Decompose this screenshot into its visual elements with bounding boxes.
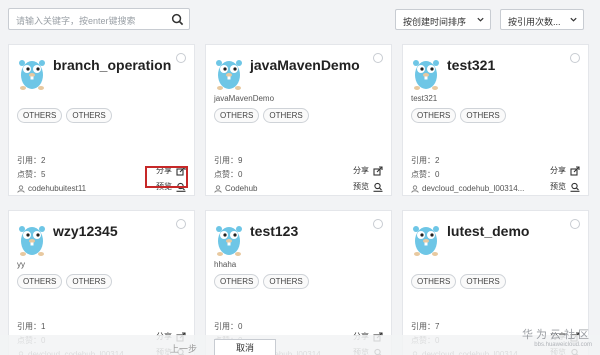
card-title: wzy12345 (53, 223, 118, 239)
preview-highlight-box (145, 166, 188, 188)
chevron-down-icon (570, 17, 577, 22)
watermark-title: 华为云社区 (522, 329, 592, 341)
card-reference-count: 引用：1 (17, 322, 46, 331)
card-reference-count: 引用：2 (17, 156, 46, 165)
card-description: test321 (411, 94, 438, 103)
card-tag: OTHERS (411, 108, 457, 123)
card-tags: OTHERS OTHERS (17, 274, 112, 289)
card-select-radio[interactable] (373, 53, 383, 63)
preview-button[interactable]: 预览 (353, 181, 383, 192)
preview-icon (373, 182, 383, 192)
card-like-count: 点赞：0 (214, 170, 243, 179)
card-owner-name: codehubuitest11 (28, 184, 87, 193)
card-tag: OTHERS (17, 108, 63, 123)
card-description: hhaha (214, 260, 237, 269)
search-icon[interactable] (171, 13, 184, 26)
cancel-button[interactable]: 取消 (214, 339, 276, 355)
gopher-logo-icon (413, 226, 439, 256)
watermark: 华为云社区 bbs.huaweicloud.com (522, 326, 592, 348)
card-select-radio[interactable] (570, 53, 580, 63)
search-input[interactable]: 请输入关键字，按enter键搜索 (8, 8, 190, 30)
card-select-radio[interactable] (176, 53, 186, 63)
watermark-url: bbs.huaweicloud.com (534, 342, 592, 348)
card-tag: OTHERS (214, 108, 260, 123)
template-card[interactable]: wzy12345yyOTHERSOTHERS引用：1点赞：0devcloud_c… (8, 210, 195, 355)
previous-step-button[interactable]: 上一步 (170, 342, 197, 355)
card-select-radio[interactable] (373, 219, 383, 229)
card-tag: OTHERS (17, 274, 63, 289)
card-title: branch_operation (53, 57, 172, 73)
gopher-logo-icon (216, 60, 242, 90)
card-tag: OTHERS (66, 108, 112, 123)
share-icon (570, 165, 580, 176)
card-tag: OTHERS (214, 274, 260, 289)
card-select-radio[interactable] (570, 219, 580, 229)
card-tag: OTHERS (411, 274, 457, 289)
gopher-logo-icon (413, 60, 439, 90)
toolbar: 请输入关键字，按enter键搜索 按创建时间排序 按引用次数... (0, 0, 600, 38)
preview-icon (570, 182, 580, 192)
share-button[interactable]: 分享 (550, 165, 580, 176)
card-owner: codehubuitest11 (17, 184, 86, 193)
card-description: javaMavenDemo (214, 94, 275, 103)
card-reference-count: 引用：0 (214, 322, 243, 331)
user-icon (17, 184, 25, 193)
sort-by-created-label: 按创建时间排序 (403, 17, 467, 27)
template-card[interactable]: javaMavenDemo javaMavenDemo OTHERS OTHERS 引用… (205, 44, 392, 196)
card-reference-count: 引用：7 (411, 322, 440, 331)
card-description: yy (17, 260, 25, 269)
bottom-bar (0, 335, 600, 355)
card-tag: OTHERS (460, 274, 506, 289)
card-tag: OTHERS (263, 108, 309, 123)
sort-by-created-select[interactable]: 按创建时间排序 (395, 9, 491, 30)
card-owner-name: devcloud_codehub_l00314... (422, 184, 525, 193)
card-select-radio[interactable] (176, 219, 186, 229)
card-owner-name: Codehub (225, 184, 258, 193)
card-tags: OTHERS OTHERS (17, 108, 112, 123)
card-reference-count: 引用：9 (214, 156, 243, 165)
share-label: 分享 (353, 166, 369, 175)
sort-by-references-select[interactable]: 按引用次数... (500, 9, 584, 30)
card-tags: OTHERS OTHERS (411, 274, 506, 289)
preview-label: 预览 (550, 182, 566, 191)
card-tags: OTHERS OTHERS (214, 274, 309, 289)
share-icon (373, 165, 383, 176)
user-icon (411, 184, 419, 193)
card-tag: OTHERS (263, 274, 309, 289)
card-owner: devcloud_codehub_l00314... (411, 184, 524, 193)
card-tag: OTHERS (66, 274, 112, 289)
card-like-count: 点赞：0 (411, 170, 440, 179)
preview-button[interactable]: 预览 (550, 181, 580, 192)
sort-by-references-label: 按引用次数... (508, 17, 561, 27)
card-like-count: 点赞：5 (17, 170, 46, 179)
template-card[interactable]: test123hhahaOTHERSOTHERS引用：0点赞：0devcloud… (205, 210, 392, 355)
card-title: javaMavenDemo (250, 57, 360, 73)
search-placeholder: 请输入关键字，按enter键搜索 (16, 16, 136, 26)
card-reference-count: 引用：2 (411, 156, 440, 165)
chevron-down-icon (477, 17, 484, 22)
template-card[interactable]: test321 test321 OTHERS OTHERS 引用：2 点赞：0 devclo… (402, 44, 589, 196)
card-title: test321 (447, 57, 496, 73)
gopher-logo-icon (19, 226, 45, 256)
card-tags: OTHERS OTHERS (214, 108, 309, 123)
share-button[interactable]: 分享 (353, 165, 383, 176)
share-label: 分享 (550, 166, 566, 175)
card-title: lutest_demo (447, 223, 530, 239)
gopher-logo-icon (216, 226, 242, 256)
card-tag: OTHERS (460, 108, 506, 123)
card-owner: Codehub (214, 184, 257, 193)
card-tags: OTHERS OTHERS (411, 108, 506, 123)
preview-label: 预览 (353, 182, 369, 191)
card-title: test123 (250, 223, 299, 239)
user-icon (214, 184, 222, 193)
gopher-logo-icon (19, 60, 45, 90)
